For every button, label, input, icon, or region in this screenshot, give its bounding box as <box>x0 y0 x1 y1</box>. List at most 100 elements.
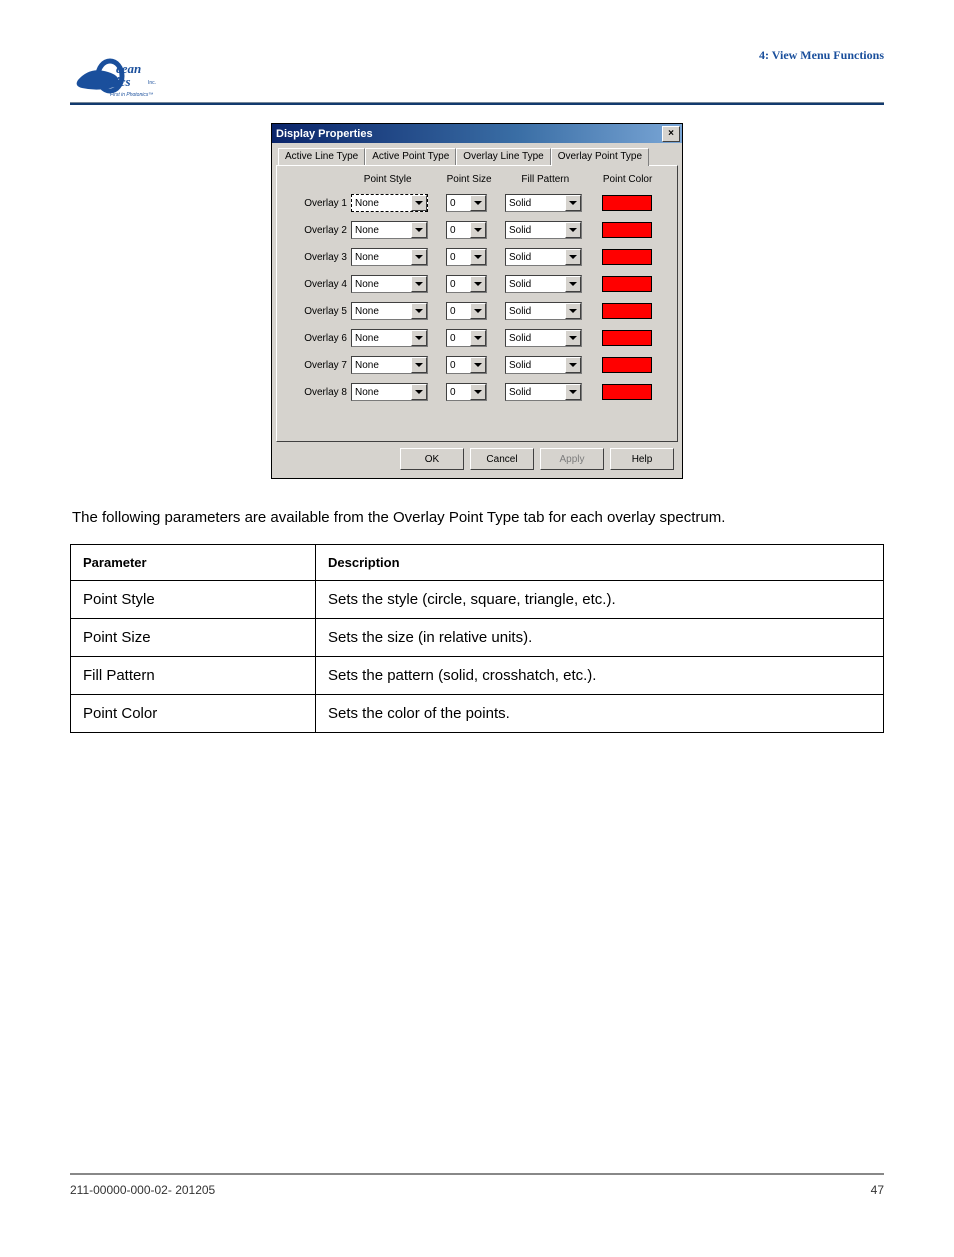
fill-pattern-combo[interactable]: Solid <box>505 329 582 347</box>
fill-pattern-combo[interactable]: Solid <box>505 194 582 212</box>
table-row: Point ColorSets the color of the points. <box>71 695 884 733</box>
dialog-title: Display Properties <box>276 128 373 140</box>
point-color-swatch[interactable] <box>602 276 652 292</box>
col-point-size: Point Size <box>436 174 503 185</box>
ocean-optics-logo: cean ptics Inc. First in Photonics™ <box>70 48 180 98</box>
chevron-down-icon[interactable] <box>411 357 427 373</box>
desc-cell: Sets the color of the points. <box>316 695 884 733</box>
page-number: 47 <box>871 1183 884 1197</box>
param-cell: Point Size <box>71 619 316 657</box>
point-style-combo[interactable]: None <box>351 329 428 347</box>
point-style-combo[interactable]: None <box>351 356 428 374</box>
point-size-combo[interactable]: 0 <box>446 194 487 212</box>
chevron-down-icon[interactable] <box>411 303 427 319</box>
overlay-label: Overlay 3 <box>287 252 351 263</box>
chevron-down-icon[interactable] <box>470 384 486 400</box>
point-style-combo[interactable]: None <box>351 194 428 212</box>
chevron-down-icon[interactable] <box>470 195 486 211</box>
chevron-down-icon[interactable] <box>411 249 427 265</box>
fill-pattern-combo[interactable]: Solid <box>505 383 582 401</box>
overlay-label: Overlay 8 <box>287 387 351 398</box>
overlay-label: Overlay 6 <box>287 333 351 344</box>
fill-pattern-combo[interactable]: Solid <box>505 221 582 239</box>
page-footer: 211-00000-000-02- 201205 47 <box>70 1173 884 1197</box>
point-style-combo[interactable]: None <box>351 383 428 401</box>
param-cell: Point Color <box>71 695 316 733</box>
chevron-down-icon[interactable] <box>470 276 486 292</box>
chevron-down-icon[interactable] <box>411 330 427 346</box>
overlay-label: Overlay 5 <box>287 306 351 317</box>
point-style-combo[interactable]: None <box>351 302 428 320</box>
overlay-row: Overlay 6None 0 Solid <box>287 329 667 347</box>
chevron-down-icon[interactable] <box>470 330 486 346</box>
point-color-swatch[interactable] <box>602 384 652 400</box>
point-color-swatch[interactable] <box>602 330 652 346</box>
point-size-combo[interactable]: 0 <box>446 302 487 320</box>
chevron-down-icon[interactable] <box>565 357 581 373</box>
point-color-swatch[interactable] <box>602 195 652 211</box>
tab-panel: Point Style Point Size Fill Pattern Poin… <box>276 165 678 442</box>
apply-button[interactable]: Apply <box>540 448 604 470</box>
tab-active-line-type[interactable]: Active Line Type <box>278 148 365 165</box>
chevron-down-icon[interactable] <box>411 276 427 292</box>
tab-overlay-line-type[interactable]: Overlay Line Type <box>456 148 550 165</box>
fill-pattern-combo[interactable]: Solid <box>505 248 582 266</box>
header-divider <box>70 102 884 105</box>
table-row: Point StyleSets the style (circle, squar… <box>71 581 884 619</box>
point-size-combo[interactable]: 0 <box>446 248 487 266</box>
point-size-combo[interactable]: 0 <box>446 383 487 401</box>
chevron-down-icon[interactable] <box>565 276 581 292</box>
point-style-combo[interactable]: None <box>351 275 428 293</box>
overlay-label: Overlay 4 <box>287 279 351 290</box>
chapter-title: 4: View Menu Functions <box>759 48 884 63</box>
point-color-swatch[interactable] <box>602 249 652 265</box>
param-cell: Fill Pattern <box>71 657 316 695</box>
help-button[interactable]: Help <box>610 448 674 470</box>
point-color-swatch[interactable] <box>602 303 652 319</box>
param-cell: Point Style <box>71 581 316 619</box>
point-color-swatch[interactable] <box>602 357 652 373</box>
chevron-down-icon[interactable] <box>470 357 486 373</box>
point-size-combo[interactable]: 0 <box>446 329 487 347</box>
fill-pattern-combo[interactable]: Solid <box>505 275 582 293</box>
svg-text:Inc.: Inc. <box>148 80 156 86</box>
chevron-down-icon[interactable] <box>411 384 427 400</box>
overlay-row: Overlay 1None0Solid <box>287 194 667 212</box>
fill-pattern-combo[interactable]: Solid <box>505 356 582 374</box>
chevron-down-icon[interactable] <box>565 330 581 346</box>
chevron-down-icon[interactable] <box>470 303 486 319</box>
overlay-row: Overlay 7None0Solid <box>287 356 667 374</box>
cancel-button[interactable]: Cancel <box>470 448 534 470</box>
chevron-down-icon[interactable] <box>470 249 486 265</box>
chevron-down-icon[interactable] <box>565 249 581 265</box>
intro-text: The following parameters are available f… <box>72 507 882 528</box>
chevron-down-icon[interactable] <box>411 222 427 238</box>
point-size-combo[interactable]: 0 <box>446 356 487 374</box>
svg-text:ptics: ptics <box>105 74 131 89</box>
column-headers: Point Style Point Size Fill Pattern Poin… <box>287 174 667 185</box>
point-color-swatch[interactable] <box>602 222 652 238</box>
point-size-combo[interactable]: 0 <box>446 275 487 293</box>
chevron-down-icon[interactable] <box>565 384 581 400</box>
chevron-down-icon[interactable] <box>565 303 581 319</box>
chevron-down-icon[interactable] <box>470 222 486 238</box>
table-row: Fill PatternSets the pattern (solid, cro… <box>71 657 884 695</box>
point-style-combo[interactable]: None <box>351 248 428 266</box>
overlay-row: Overlay 2None 0 Solid <box>287 221 667 239</box>
tab-active-point-type[interactable]: Active Point Type <box>365 148 456 165</box>
doc-id: 211-00000-000-02- 201205 <box>70 1183 215 1197</box>
col-point-style: Point Style <box>340 174 436 185</box>
overlay-label: Overlay 2 <box>287 225 351 236</box>
fill-pattern-combo[interactable]: Solid <box>505 302 582 320</box>
dialog-tabs: Active Line Type Active Point Type Overl… <box>278 148 678 165</box>
point-size-combo[interactable]: 0 <box>446 221 487 239</box>
chevron-down-icon[interactable] <box>565 195 581 211</box>
chevron-down-icon[interactable] <box>411 195 427 211</box>
tab-overlay-point-type[interactable]: Overlay Point Type <box>551 148 649 166</box>
ok-button[interactable]: OK <box>400 448 464 470</box>
point-style-combo[interactable]: None <box>351 221 428 239</box>
th-description: Description <box>316 545 884 581</box>
display-properties-dialog: Display Properties × Active Line Type Ac… <box>271 123 683 479</box>
chevron-down-icon[interactable] <box>565 222 581 238</box>
close-icon[interactable]: × <box>662 126 680 142</box>
